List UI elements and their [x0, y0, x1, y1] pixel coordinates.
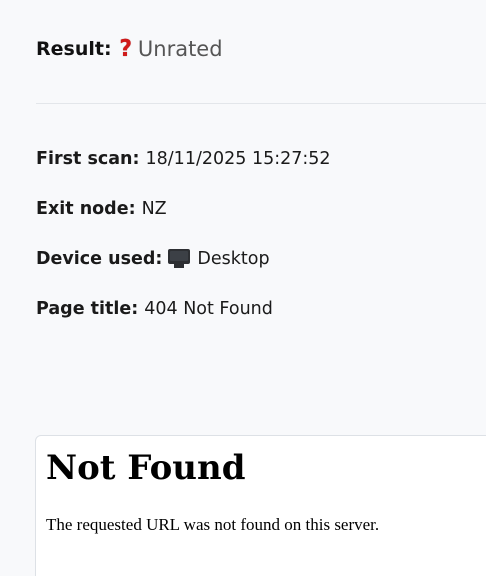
- device-used-label: Device used:: [36, 249, 163, 269]
- device-used-value: Desktop: [197, 249, 270, 269]
- page-title-label: Page title:: [36, 299, 139, 319]
- result-label: Result:: [36, 38, 112, 60]
- page-title-value: 404 Not Found: [144, 299, 273, 319]
- desktop-monitor-icon: [168, 249, 191, 269]
- page-title-row: Page title: 404 Not Found: [36, 298, 331, 348]
- exit-node-row: Exit node: NZ: [36, 198, 331, 248]
- result-row: Result: ? Unrated: [36, 36, 223, 62]
- scan-details: First scan: 18/11/2025 15:27:52 Exit nod…: [36, 148, 331, 348]
- divider: [36, 103, 486, 104]
- result-value: Unrated: [137, 37, 223, 61]
- first-scan-row: First scan: 18/11/2025 15:27:52: [36, 148, 331, 198]
- preview-message: The requested URL was not found on this …: [46, 515, 380, 534]
- question-mark-icon: ?: [118, 36, 132, 62]
- page-preview: Not Found The requested URL was not foun…: [35, 435, 486, 576]
- exit-node-label: Exit node:: [36, 199, 136, 219]
- device-used-row: Device used: Desktop: [36, 248, 331, 298]
- exit-node-value: NZ: [141, 199, 167, 219]
- first-scan-label: First scan:: [36, 149, 140, 169]
- preview-heading: Not Found: [46, 448, 246, 488]
- first-scan-value: 18/11/2025 15:27:52: [145, 149, 331, 169]
